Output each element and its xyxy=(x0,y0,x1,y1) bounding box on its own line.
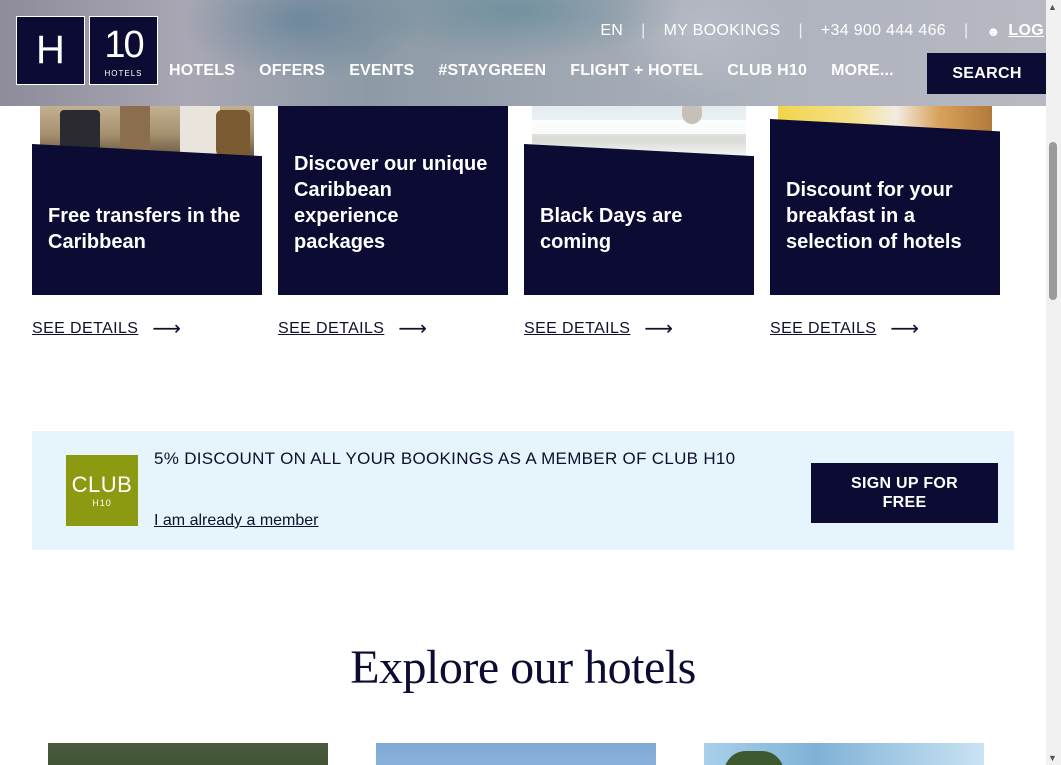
arrow-right-icon: ⟶ xyxy=(152,318,182,340)
offer-title: Black Days are coming xyxy=(540,205,683,253)
vertical-scrollbar[interactable]: ▲ ▼ xyxy=(1046,0,1061,765)
see-details-link[interactable]: SEE DETAILS ⟶ xyxy=(278,318,428,340)
offer-title: Discover our unique Caribbean experience… xyxy=(294,153,488,253)
already-member-link[interactable]: I am already a member xyxy=(154,512,319,530)
offer-panel: Free transfers in the Caribbean xyxy=(32,144,262,295)
hotel-image[interactable] xyxy=(704,743,984,765)
logo-10-box: 10 HOTELS xyxy=(89,16,158,85)
offer-title: Discount for your breakfast in a selecti… xyxy=(786,179,962,253)
section-title: Explore our hotels xyxy=(350,641,696,694)
divider: | xyxy=(798,22,803,39)
my-bookings-link[interactable]: MY BOOKINGS xyxy=(664,22,781,40)
offer-panel: Black Days are coming xyxy=(524,144,754,295)
h10-logo[interactable]: H 10 HOTELS xyxy=(16,16,158,85)
nav-hotels[interactable]: HOTELS xyxy=(169,62,235,80)
nav-offers[interactable]: OFFERS xyxy=(259,62,325,80)
nav-more[interactable]: MORE... xyxy=(831,62,894,80)
see-details-link[interactable]: SEE DETAILS ⟶ xyxy=(32,318,182,340)
offer-panel: Discount for your breakfast in a selecti… xyxy=(770,119,1000,295)
offer-title: Free transfers in the Caribbean xyxy=(48,205,241,253)
club-h10-logo: CLUB H10 xyxy=(66,455,138,526)
search-button[interactable]: SEARCH xyxy=(927,53,1046,94)
sign-up-button[interactable]: SIGN UP FOR FREE xyxy=(811,463,998,523)
see-details-link[interactable]: SEE DETAILS ⟶ xyxy=(770,318,920,340)
site-header: H 10 HOTELS EN | MY BOOKINGS | +34 900 4… xyxy=(0,0,1046,106)
scrollbar-thumb[interactable] xyxy=(1049,142,1057,300)
login-link[interactable]: LOG xyxy=(1008,22,1046,40)
main-nav: HOTELS OFFERS EVENTS #STAYGREEN FLIGHT +… xyxy=(169,62,894,80)
nav-club-h10[interactable]: CLUB H10 xyxy=(727,62,807,80)
arrow-right-icon: ⟶ xyxy=(890,318,920,340)
see-details-link[interactable]: SEE DETAILS ⟶ xyxy=(524,318,674,340)
divider: | xyxy=(641,22,646,39)
nav-events[interactable]: EVENTS xyxy=(349,62,414,80)
offer-panel: Discover our unique Caribbean experience… xyxy=(278,100,508,295)
nav-staygreen[interactable]: #STAYGREEN xyxy=(438,62,546,80)
user-icon[interactable]: ☻ xyxy=(986,24,1000,39)
arrow-right-icon: ⟶ xyxy=(398,318,428,340)
logo-h-box: H xyxy=(16,16,85,85)
divider: | xyxy=(963,22,969,39)
phone-number[interactable]: +34 900 444 466 xyxy=(821,22,946,40)
arrow-right-icon: ⟶ xyxy=(644,318,674,340)
hotel-image[interactable] xyxy=(376,743,656,765)
scroll-up-icon[interactable]: ▲ xyxy=(1048,2,1057,12)
club-headline: 5% DISCOUNT ON ALL YOUR BOOKINGS AS A ME… xyxy=(154,449,736,468)
language-selector[interactable]: EN xyxy=(600,22,623,40)
scroll-down-icon[interactable]: ▼ xyxy=(1048,753,1057,763)
nav-flight-hotel[interactable]: FLIGHT + HOTEL xyxy=(570,62,703,80)
club-h10-banner: CLUB H10 5% DISCOUNT ON ALL YOUR BOOKING… xyxy=(32,431,1014,550)
hotel-image[interactable] xyxy=(48,743,328,765)
top-utility-bar: EN | MY BOOKINGS | +34 900 444 466 | ☻ L… xyxy=(600,22,1046,40)
